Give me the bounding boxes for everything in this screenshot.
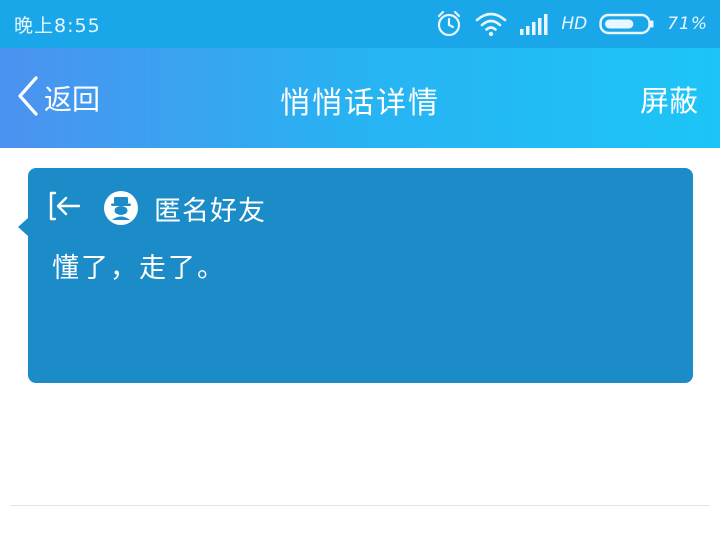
back-label: 返回 [44,83,101,116]
sender-name: 匿名好友 [154,195,266,227]
anonymous-avatar-icon [104,191,138,225]
nav-bar: 返回 悄悄话详情 屏蔽 [0,48,720,148]
signal-icon [519,12,549,36]
battery-icon [599,12,655,36]
block-button[interactable]: 屏蔽 [640,78,698,120]
message-text: 懂了，走了。 [52,253,226,284]
battery-percent: 71% [667,14,708,34]
status-icons: HD 71% [435,8,708,40]
message-header: 匿名好友 [48,189,266,227]
page-title: 悄悄话详情 [280,86,440,121]
divider [10,505,710,506]
status-bar: 晚上8:55 HD 71% [0,0,720,48]
back-button[interactable]: 返回 [16,76,101,120]
incoming-arrow-icon [48,189,82,227]
network-label: HD [561,14,588,34]
bubble-tail [18,218,28,236]
chevron-left-icon [16,76,40,120]
alarm-icon [435,10,463,38]
status-time: 晚上8:55 [14,15,101,37]
wifi-icon [475,11,507,37]
message-bubble[interactable]: 匿名好友 懂了，走了。 [18,168,693,383]
